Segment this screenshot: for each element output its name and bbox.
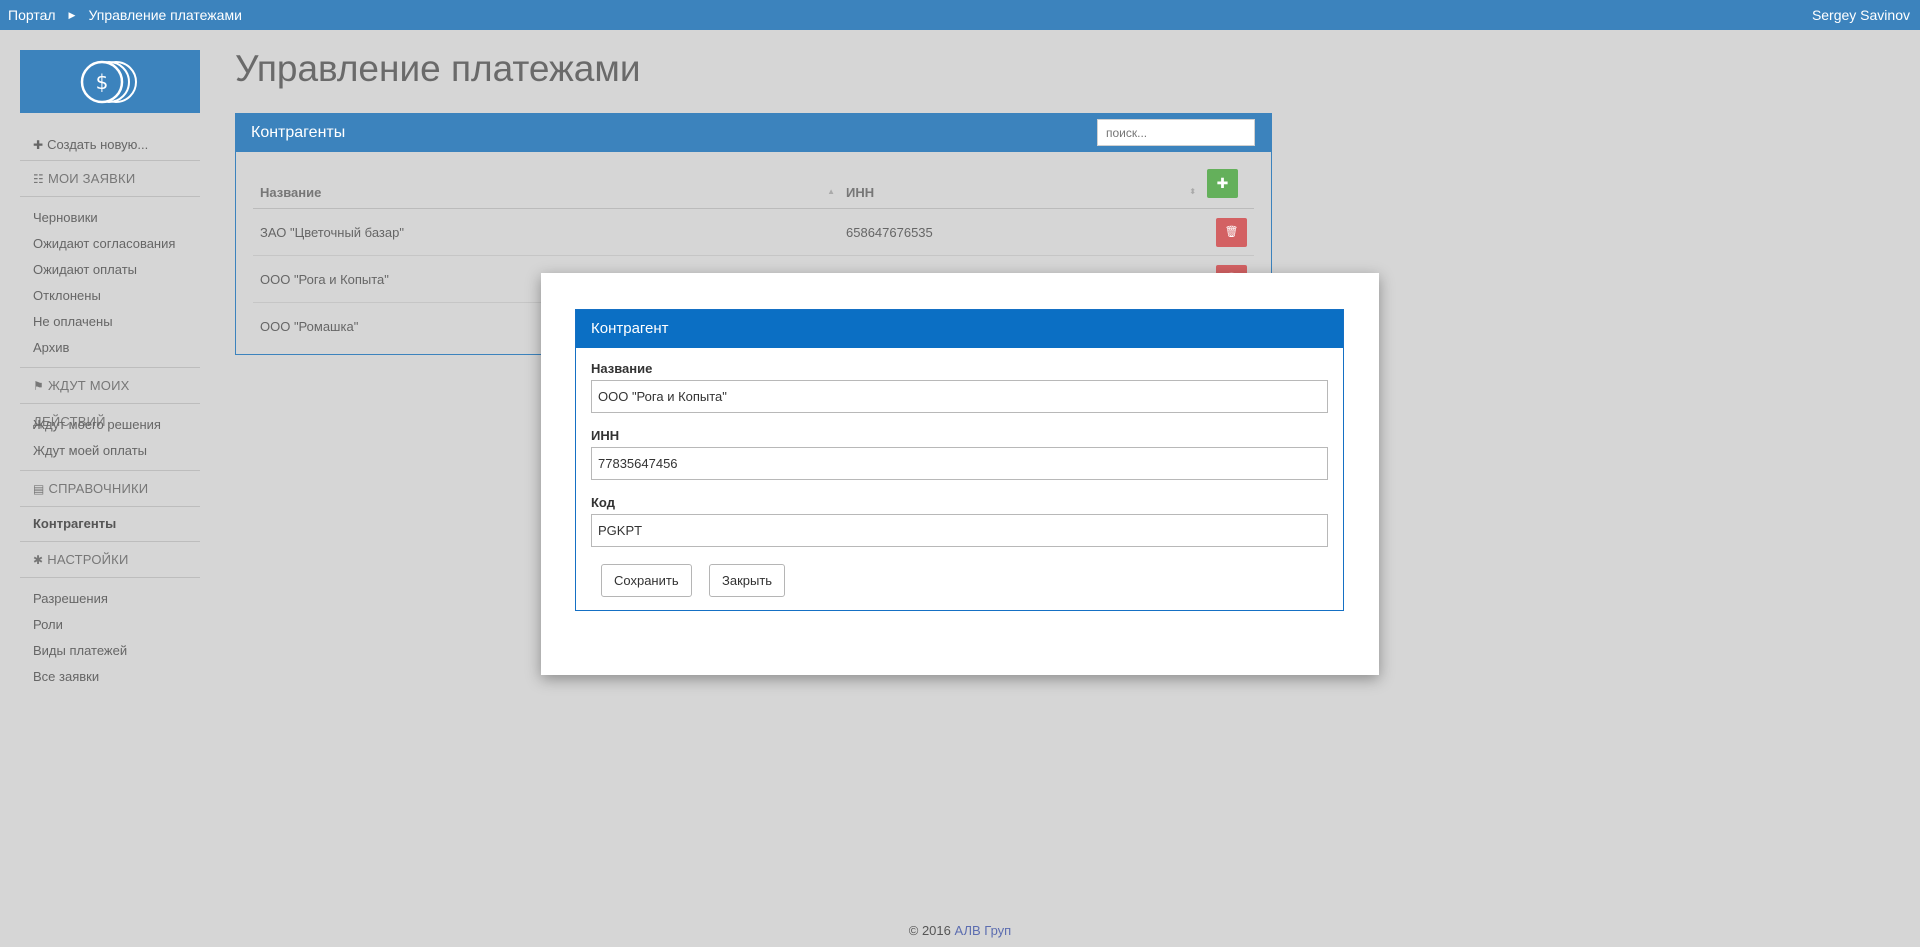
sort-asc-icon: ▲ (827, 187, 835, 196)
footer: © 2016 АЛВ Груп (0, 923, 1920, 938)
my-actions-group: Ждут моего решения Ждут моей оплаты (20, 404, 200, 470)
sidebar-item-drafts[interactable]: Черновики (20, 205, 200, 231)
create-new-link[interactable]: ✚ Создать новую... (20, 130, 200, 161)
save-button[interactable]: Сохранить (601, 564, 692, 597)
section-my-requests[interactable]: ☷ МОИ ЗАЯВКИ (20, 161, 200, 197)
top-bar: Портал ▶ Управление платежами Sergey Sav… (0, 0, 1920, 30)
page-title: Управление платежами (235, 48, 641, 89)
sidebar: ✚ Создать новую... ☷ МОИ ЗАЯВКИ Черновики … (20, 130, 200, 696)
column-header-inn-label: ИНН (846, 185, 875, 200)
my-requests-group: Черновики Ожидают согласования Ожидают о… (20, 197, 200, 367)
section-my-requests-label: МОИ ЗАЯВКИ (47, 171, 136, 186)
breadcrumb: Портал ▶ Управление платежами (8, 7, 242, 23)
name-field[interactable] (591, 380, 1328, 413)
column-header-name-label: Название (260, 185, 322, 200)
flag-icon: ⚑ (33, 379, 44, 393)
chevron-right-icon: ▶ (68, 9, 76, 20)
column-header-name[interactable]: Название ▲ (253, 164, 839, 209)
add-contractor-button[interactable]: ✚ (1207, 169, 1238, 198)
section-settings-label: НАСТРОЙКИ (47, 552, 129, 567)
section-directories[interactable]: ▤ СПРАВОЧНИКИ (20, 470, 200, 507)
footer-copyright: © 2016 (908, 923, 951, 938)
name-label: Название (591, 361, 653, 376)
footer-brand-link[interactable]: АЛВ Груп (955, 923, 1012, 938)
inn-field[interactable] (591, 447, 1328, 480)
code-field[interactable] (591, 514, 1328, 547)
inn-label: ИНН (591, 428, 620, 443)
list-icon: ☷ (33, 172, 44, 186)
section-my-actions[interactable]: ⚑ ЖДУТ МОИХ ДЕЙСТВИЙ (20, 367, 200, 429)
breadcrumb-portal[interactable]: Портал (8, 7, 56, 23)
cell-inn: 658647676535 (839, 208, 1200, 256)
sidebar-item-archive[interactable]: Архив (20, 335, 200, 361)
column-header-actions: ✚ (1200, 164, 1254, 209)
code-label: Код (591, 495, 615, 510)
breadcrumb-payments[interactable]: Управление платежами (88, 7, 241, 23)
contractor-modal: Контрагент Название ИНН Код Сохранить За… (541, 273, 1379, 675)
table-row[interactable]: ЗАО "Цветочный базар" 658647676535 🗑 (253, 208, 1254, 256)
sidebar-item-pending-approval[interactable]: Ожидают согласования (20, 231, 200, 257)
cell-name: ЗАО "Цветочный базар" (253, 208, 839, 256)
contractor-form-title: Контрагент (576, 310, 1343, 348)
sidebar-item-contractors[interactable]: Контрагенты (20, 507, 200, 542)
section-settings[interactable]: ✱ НАСТРОЙКИ (20, 542, 200, 578)
sidebar-item-permissions[interactable]: Разрешения (20, 586, 200, 612)
gear-icon: ✱ (33, 553, 44, 567)
contractors-panel-title: Контрагенты (251, 124, 346, 141)
sidebar-item-pending-payment[interactable]: Ожидают оплаты (20, 257, 200, 283)
section-directories-label: СПРАВОЧНИКИ (48, 481, 149, 496)
sidebar-item-unpaid[interactable]: Не оплачены (20, 309, 200, 335)
contractor-form-panel: Контрагент Название ИНН Код Сохранить За… (575, 309, 1344, 611)
create-new-label: Создать новую... (47, 137, 149, 152)
plus-icon: ✚ (33, 138, 44, 152)
sidebar-item-rejected[interactable]: Отклонены (20, 283, 200, 309)
contractors-panel-header: Контрагенты (236, 114, 1271, 152)
table-header-row: Название ▲ ИНН ⬍ ✚ (253, 164, 1254, 209)
sidebar-item-all-requests[interactable]: Все заявки (20, 664, 200, 690)
book-icon: ▤ (33, 482, 45, 496)
user-name[interactable]: Sergey Savinov (1812, 7, 1910, 23)
cell-actions: 🗑 (1200, 208, 1254, 256)
sidebar-item-payment-types[interactable]: Виды платежей (20, 638, 200, 664)
column-header-inn[interactable]: ИНН ⬍ (839, 164, 1200, 209)
sidebar-item-await-payment[interactable]: Ждут моей оплаты (20, 438, 200, 464)
dollar-symbol: $ (96, 70, 109, 94)
delete-button[interactable]: 🗑 (1216, 217, 1247, 247)
settings-group: Разрешения Роли Виды платежей Все заявки (20, 578, 200, 696)
sort-icon: ⬍ (1189, 187, 1196, 196)
close-button[interactable]: Закрыть (709, 564, 786, 597)
search-input[interactable] (1097, 119, 1255, 146)
trash-icon: 🗑 (1224, 225, 1239, 238)
sidebar-item-roles[interactable]: Роли (20, 612, 200, 638)
coins-icon: $ (80, 60, 137, 103)
app-logo[interactable]: $ (20, 50, 200, 113)
sidebar-item-await-decision[interactable]: Ждут моего решения (20, 412, 200, 438)
